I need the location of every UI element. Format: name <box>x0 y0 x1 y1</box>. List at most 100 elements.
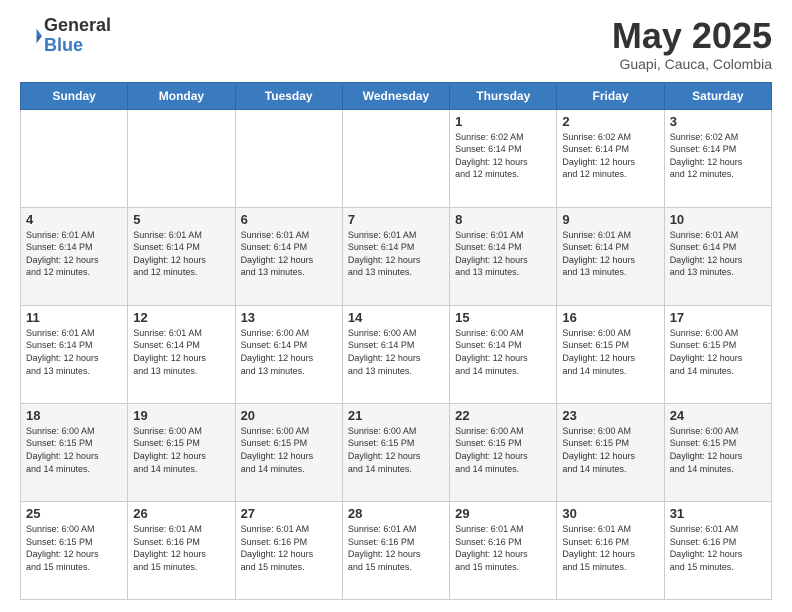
logo-icon <box>20 25 42 47</box>
day-number: 19 <box>133 408 229 423</box>
day-number: 26 <box>133 506 229 521</box>
day-info: Sunrise: 6:02 AM Sunset: 6:14 PM Dayligh… <box>562 131 658 181</box>
day-info: Sunrise: 6:00 AM Sunset: 6:14 PM Dayligh… <box>455 327 551 377</box>
day-number: 22 <box>455 408 551 423</box>
day-cell: 11 Sunrise: 6:01 AM Sunset: 6:14 PM Dayli… <box>21 305 128 403</box>
day-cell: 22 Sunrise: 6:00 AM Sunset: 6:15 PM Dayli… <box>450 403 557 501</box>
day-number: 28 <box>348 506 444 521</box>
day-info: Sunrise: 6:01 AM Sunset: 6:14 PM Dayligh… <box>133 229 229 279</box>
day-info: Sunrise: 6:00 AM Sunset: 6:15 PM Dayligh… <box>562 327 658 377</box>
day-info: Sunrise: 6:00 AM Sunset: 6:15 PM Dayligh… <box>241 425 337 475</box>
day-info: Sunrise: 6:00 AM Sunset: 6:14 PM Dayligh… <box>348 327 444 377</box>
day-number: 10 <box>670 212 766 227</box>
day-info: Sunrise: 6:00 AM Sunset: 6:15 PM Dayligh… <box>348 425 444 475</box>
day-number: 12 <box>133 310 229 325</box>
day-info: Sunrise: 6:01 AM Sunset: 6:14 PM Dayligh… <box>455 229 551 279</box>
day-cell <box>342 109 449 207</box>
weekday-monday: Monday <box>128 82 235 109</box>
day-cell: 3 Sunrise: 6:02 AM Sunset: 6:14 PM Daylig… <box>664 109 771 207</box>
day-number: 13 <box>241 310 337 325</box>
month-title: May 2025 <box>612 16 772 56</box>
day-number: 15 <box>455 310 551 325</box>
day-number: 24 <box>670 408 766 423</box>
weekday-tuesday: Tuesday <box>235 82 342 109</box>
day-info: Sunrise: 6:01 AM Sunset: 6:14 PM Dayligh… <box>670 229 766 279</box>
day-info: Sunrise: 6:00 AM Sunset: 6:15 PM Dayligh… <box>670 425 766 475</box>
day-cell: 7Sunrise: 6:01 AM Sunset: 6:14 PM Daylig… <box>342 207 449 305</box>
day-number: 6 <box>241 212 337 227</box>
day-number: 20 <box>241 408 337 423</box>
day-info: Sunrise: 6:01 AM Sunset: 6:14 PM Dayligh… <box>348 229 444 279</box>
day-info: Sunrise: 6:02 AM Sunset: 6:14 PM Dayligh… <box>670 131 766 181</box>
day-cell: 17Sunrise: 6:00 AM Sunset: 6:15 PM Dayli… <box>664 305 771 403</box>
day-info: Sunrise: 6:00 AM Sunset: 6:15 PM Dayligh… <box>26 425 122 475</box>
day-number: 9 <box>562 212 658 227</box>
day-info: Sunrise: 6:01 AM Sunset: 6:16 PM Dayligh… <box>241 523 337 573</box>
day-cell: 29Sunrise: 6:01 AM Sunset: 6:16 PM Dayli… <box>450 501 557 599</box>
day-cell: 4 Sunrise: 6:01 AM Sunset: 6:14 PM Daylig… <box>21 207 128 305</box>
day-info: Sunrise: 6:00 AM Sunset: 6:14 PM Dayligh… <box>241 327 337 377</box>
calendar-table: SundayMondayTuesdayWednesdayThursdayFrid… <box>20 82 772 600</box>
day-info: Sunrise: 6:01 AM Sunset: 6:16 PM Dayligh… <box>670 523 766 573</box>
logo-general: General <box>44 15 111 35</box>
day-cell: 9 Sunrise: 6:01 AM Sunset: 6:14 PM Daylig… <box>557 207 664 305</box>
weekday-saturday: Saturday <box>664 82 771 109</box>
day-cell: 13 Sunrise: 6:00 AM Sunset: 6:14 PM Dayli… <box>235 305 342 403</box>
day-info: Sunrise: 6:00 AM Sunset: 6:15 PM Dayligh… <box>562 425 658 475</box>
day-info: Sunrise: 6:01 AM Sunset: 6:16 PM Dayligh… <box>133 523 229 573</box>
day-number: 3 <box>670 114 766 129</box>
logo-text: General Blue <box>44 16 111 56</box>
week-row-4: 18 Sunrise: 6:00 AM Sunset: 6:15 PM Dayli… <box>21 403 772 501</box>
day-cell: 2Sunrise: 6:02 AM Sunset: 6:14 PM Daylig… <box>557 109 664 207</box>
day-cell: 8 Sunrise: 6:01 AM Sunset: 6:14 PM Daylig… <box>450 207 557 305</box>
day-cell <box>128 109 235 207</box>
day-number: 25 <box>26 506 122 521</box>
day-cell: 27 Sunrise: 6:01 AM Sunset: 6:16 PM Dayli… <box>235 501 342 599</box>
day-number: 1 <box>455 114 551 129</box>
day-cell: 26 Sunrise: 6:01 AM Sunset: 6:16 PM Dayli… <box>128 501 235 599</box>
day-cell: 31 Sunrise: 6:01 AM Sunset: 6:16 PM Dayli… <box>664 501 771 599</box>
day-number: 5 <box>133 212 229 227</box>
day-cell: 25Sunrise: 6:00 AM Sunset: 6:15 PM Dayli… <box>21 501 128 599</box>
day-number: 4 <box>26 212 122 227</box>
day-number: 14 <box>348 310 444 325</box>
day-cell <box>21 109 128 207</box>
day-info: Sunrise: 6:01 AM Sunset: 6:14 PM Dayligh… <box>562 229 658 279</box>
day-cell: 30 Sunrise: 6:01 AM Sunset: 6:16 PM Dayli… <box>557 501 664 599</box>
page: General Blue May 2025 Guapi, Cauca, Colo… <box>0 0 792 612</box>
day-cell: 28 Sunrise: 6:01 AM Sunset: 6:16 PM Dayli… <box>342 501 449 599</box>
logo: General Blue <box>20 16 111 56</box>
day-cell: 19Sunrise: 6:00 AM Sunset: 6:15 PM Dayli… <box>128 403 235 501</box>
day-cell: 14 Sunrise: 6:00 AM Sunset: 6:14 PM Dayli… <box>342 305 449 403</box>
day-cell: 16 Sunrise: 6:00 AM Sunset: 6:15 PM Dayli… <box>557 305 664 403</box>
day-number: 27 <box>241 506 337 521</box>
day-cell: 24 Sunrise: 6:00 AM Sunset: 6:15 PM Dayli… <box>664 403 771 501</box>
day-number: 30 <box>562 506 658 521</box>
day-cell: 6Sunrise: 6:01 AM Sunset: 6:14 PM Daylig… <box>235 207 342 305</box>
weekday-header-row: SundayMondayTuesdayWednesdayThursdayFrid… <box>21 82 772 109</box>
day-number: 18 <box>26 408 122 423</box>
day-number: 11 <box>26 310 122 325</box>
day-info: Sunrise: 6:01 AM Sunset: 6:14 PM Dayligh… <box>133 327 229 377</box>
day-info: Sunrise: 6:01 AM Sunset: 6:14 PM Dayligh… <box>26 229 122 279</box>
day-info: Sunrise: 6:01 AM Sunset: 6:16 PM Dayligh… <box>562 523 658 573</box>
location-subtitle: Guapi, Cauca, Colombia <box>612 56 772 72</box>
day-info: Sunrise: 6:02 AM Sunset: 6:14 PM Dayligh… <box>455 131 551 181</box>
day-cell: 20 Sunrise: 6:00 AM Sunset: 6:15 PM Dayli… <box>235 403 342 501</box>
day-info: Sunrise: 6:00 AM Sunset: 6:15 PM Dayligh… <box>455 425 551 475</box>
week-row-2: 4 Sunrise: 6:01 AM Sunset: 6:14 PM Daylig… <box>21 207 772 305</box>
day-number: 29 <box>455 506 551 521</box>
header: General Blue May 2025 Guapi, Cauca, Colo… <box>20 16 772 72</box>
week-row-5: 25Sunrise: 6:00 AM Sunset: 6:15 PM Dayli… <box>21 501 772 599</box>
day-number: 21 <box>348 408 444 423</box>
day-number: 8 <box>455 212 551 227</box>
day-number: 23 <box>562 408 658 423</box>
calendar-body: 1 Sunrise: 6:02 AM Sunset: 6:14 PM Daylig… <box>21 109 772 599</box>
day-cell: 23 Sunrise: 6:00 AM Sunset: 6:15 PM Dayli… <box>557 403 664 501</box>
day-info: Sunrise: 6:01 AM Sunset: 6:16 PM Dayligh… <box>348 523 444 573</box>
day-cell: 15 Sunrise: 6:00 AM Sunset: 6:14 PM Dayli… <box>450 305 557 403</box>
day-info: Sunrise: 6:01 AM Sunset: 6:14 PM Dayligh… <box>26 327 122 377</box>
day-number: 31 <box>670 506 766 521</box>
day-number: 16 <box>562 310 658 325</box>
day-cell: 18 Sunrise: 6:00 AM Sunset: 6:15 PM Dayli… <box>21 403 128 501</box>
